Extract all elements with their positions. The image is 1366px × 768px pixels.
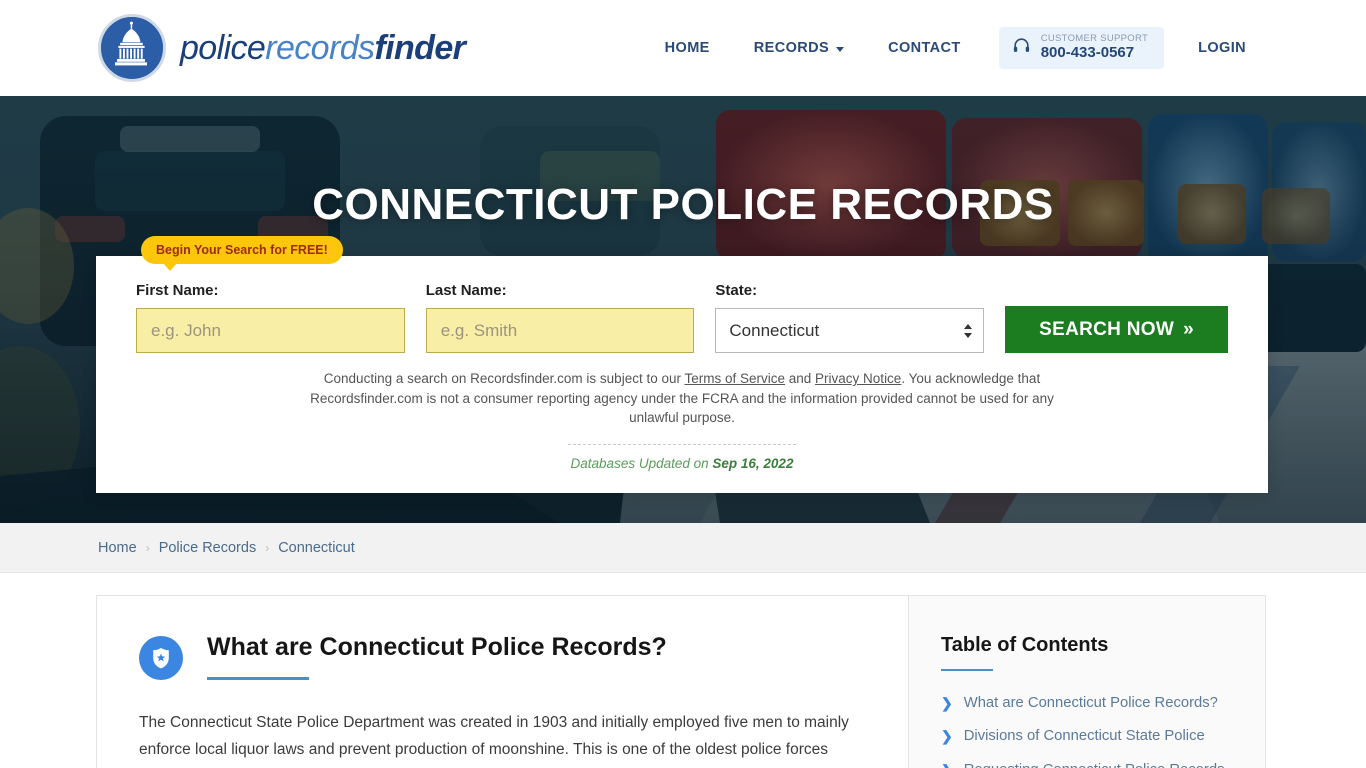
toc-list-item[interactable]: ❯ What are Connecticut Police Records?: [941, 693, 1233, 714]
nav-item-login-label: LOGIN: [1198, 40, 1246, 56]
privacy-notice-link[interactable]: Privacy Notice: [815, 371, 901, 386]
breadcrumb-item-connecticut: Connecticut: [278, 539, 355, 556]
disclaimer-text-mid: and: [785, 371, 816, 386]
search-now-button[interactable]: SEARCH NOW »: [1005, 306, 1229, 353]
first-name-input[interactable]: [136, 308, 405, 353]
breadcrumb-item-home[interactable]: Home: [98, 540, 137, 556]
police-badge-icon: [139, 636, 183, 680]
logo-word-finder: finder: [374, 28, 466, 67]
logo-word-records: records: [265, 28, 375, 67]
terms-of-service-link[interactable]: Terms of Service: [684, 371, 785, 386]
last-name-field-group: Last Name:: [425, 282, 695, 353]
toc-link-what-are-records[interactable]: What are Connecticut Police Records?: [964, 693, 1218, 714]
support-phone-number: 800-433-0567: [1040, 44, 1135, 62]
state-select-wrapper: Connecticut: [715, 308, 985, 353]
chevron-right-icon: ❯: [941, 760, 953, 768]
site-logo[interactable]: policerecordsfinder: [98, 14, 466, 82]
databases-updated-note: Databases Updated on Sep 16, 2022: [136, 456, 1228, 471]
breadcrumb: Home › Police Records › Connecticut: [0, 523, 1366, 573]
article-header: What are Connecticut Police Records?: [139, 632, 866, 680]
toc-title-underline: [941, 669, 993, 671]
disclaimer-text-1: Conducting a search on Recordsfinder.com…: [323, 371, 685, 386]
logo-wordmark: policerecordsfinder: [180, 28, 466, 68]
table-of-contents-card: Table of Contents ❯ What are Connecticut…: [909, 595, 1266, 768]
search-disclaimer: Conducting a search on Recordsfinder.com…: [136, 369, 1228, 428]
article-card: What are Connecticut Police Records? The…: [96, 595, 909, 768]
nav-item-login[interactable]: LOGIN: [1176, 30, 1268, 66]
article-title: What are Connecticut Police Records?: [207, 633, 667, 661]
article-title-block: What are Connecticut Police Records?: [207, 632, 667, 680]
databases-updated-label: Databases Updated on: [570, 455, 713, 471]
chevron-right-icon: ❯: [941, 695, 953, 711]
first-name-label: First Name:: [136, 282, 219, 299]
databases-updated-date: Sep 16, 2022: [712, 455, 794, 471]
breadcrumb-separator-icon: ›: [265, 540, 270, 555]
nav-item-records[interactable]: RECORDS: [732, 30, 866, 66]
capitol-dome-icon: [98, 14, 166, 82]
main-navigation: HOME RECORDS CONTACT CUSTOMER SUPPORT 80…: [643, 27, 1268, 69]
double-chevron-right-icon: »: [1183, 318, 1194, 340]
breadcrumb-separator-icon: ›: [145, 540, 150, 555]
nav-item-records-label: RECORDS: [753, 40, 830, 56]
last-name-input[interactable]: [425, 308, 695, 353]
dotted-divider: [568, 443, 796, 445]
site-header: policerecordsfinder HOME RECORDS CONTACT…: [0, 0, 1366, 96]
nav-item-contact-label: CONTACT: [888, 40, 961, 56]
toc-list-item[interactable]: ❯ Divisions of Connecticut State Police: [941, 726, 1233, 747]
toc-list: ❯ What are Connecticut Police Records? ❯…: [941, 693, 1233, 768]
customer-support-badge[interactable]: CUSTOMER SUPPORT 800-433-0567: [998, 27, 1165, 69]
last-name-label: Last Name:: [425, 282, 507, 299]
breadcrumb-item-police-records[interactable]: Police Records: [159, 540, 257, 556]
toc-link-requesting[interactable]: Requesting Connecticut Police Records: [964, 760, 1225, 768]
search-now-label: SEARCH NOW: [1039, 318, 1175, 340]
article-title-underline: [207, 677, 309, 680]
hero-banner: CONNECTICUT POLICE RECORDS Begin Your Se…: [0, 96, 1366, 523]
state-select[interactable]: Connecticut: [715, 308, 985, 353]
nav-item-contact[interactable]: CONTACT: [866, 30, 983, 66]
content-area: What are Connecticut Police Records? The…: [0, 573, 1366, 768]
search-form-card: Begin Your Search for FREE! First Name: …: [96, 236, 1268, 493]
free-search-badge: Begin Your Search for FREE!: [141, 236, 343, 271]
headset-icon: [1012, 36, 1031, 60]
search-form-row: First Name: Last Name: State: Connecticu…: [136, 282, 1229, 353]
toc-list-item[interactable]: ❯ Requesting Connecticut Police Records: [941, 760, 1233, 768]
state-label: State:: [715, 282, 758, 299]
chevron-down-icon: [836, 46, 845, 52]
nav-item-home[interactable]: HOME: [643, 30, 732, 66]
logo-word-police: police: [180, 28, 266, 67]
support-label: CUSTOMER SUPPORT: [1040, 33, 1149, 45]
nav-item-home-label: HOME: [664, 40, 710, 56]
article-body-paragraph: The Connecticut State Police Department …: [139, 714, 860, 768]
toc-title: Table of Contents: [941, 634, 1109, 656]
support-text-block: CUSTOMER SUPPORT 800-433-0567: [1040, 33, 1149, 62]
first-name-field-group: First Name:: [136, 282, 405, 353]
chevron-right-icon: ❯: [941, 728, 953, 745]
toc-link-divisions[interactable]: Divisions of Connecticut State Police: [964, 726, 1205, 747]
page-title: CONNECTICUT POLICE RECORDS: [312, 180, 1054, 230]
state-field-group: State: Connecticut: [715, 282, 985, 353]
